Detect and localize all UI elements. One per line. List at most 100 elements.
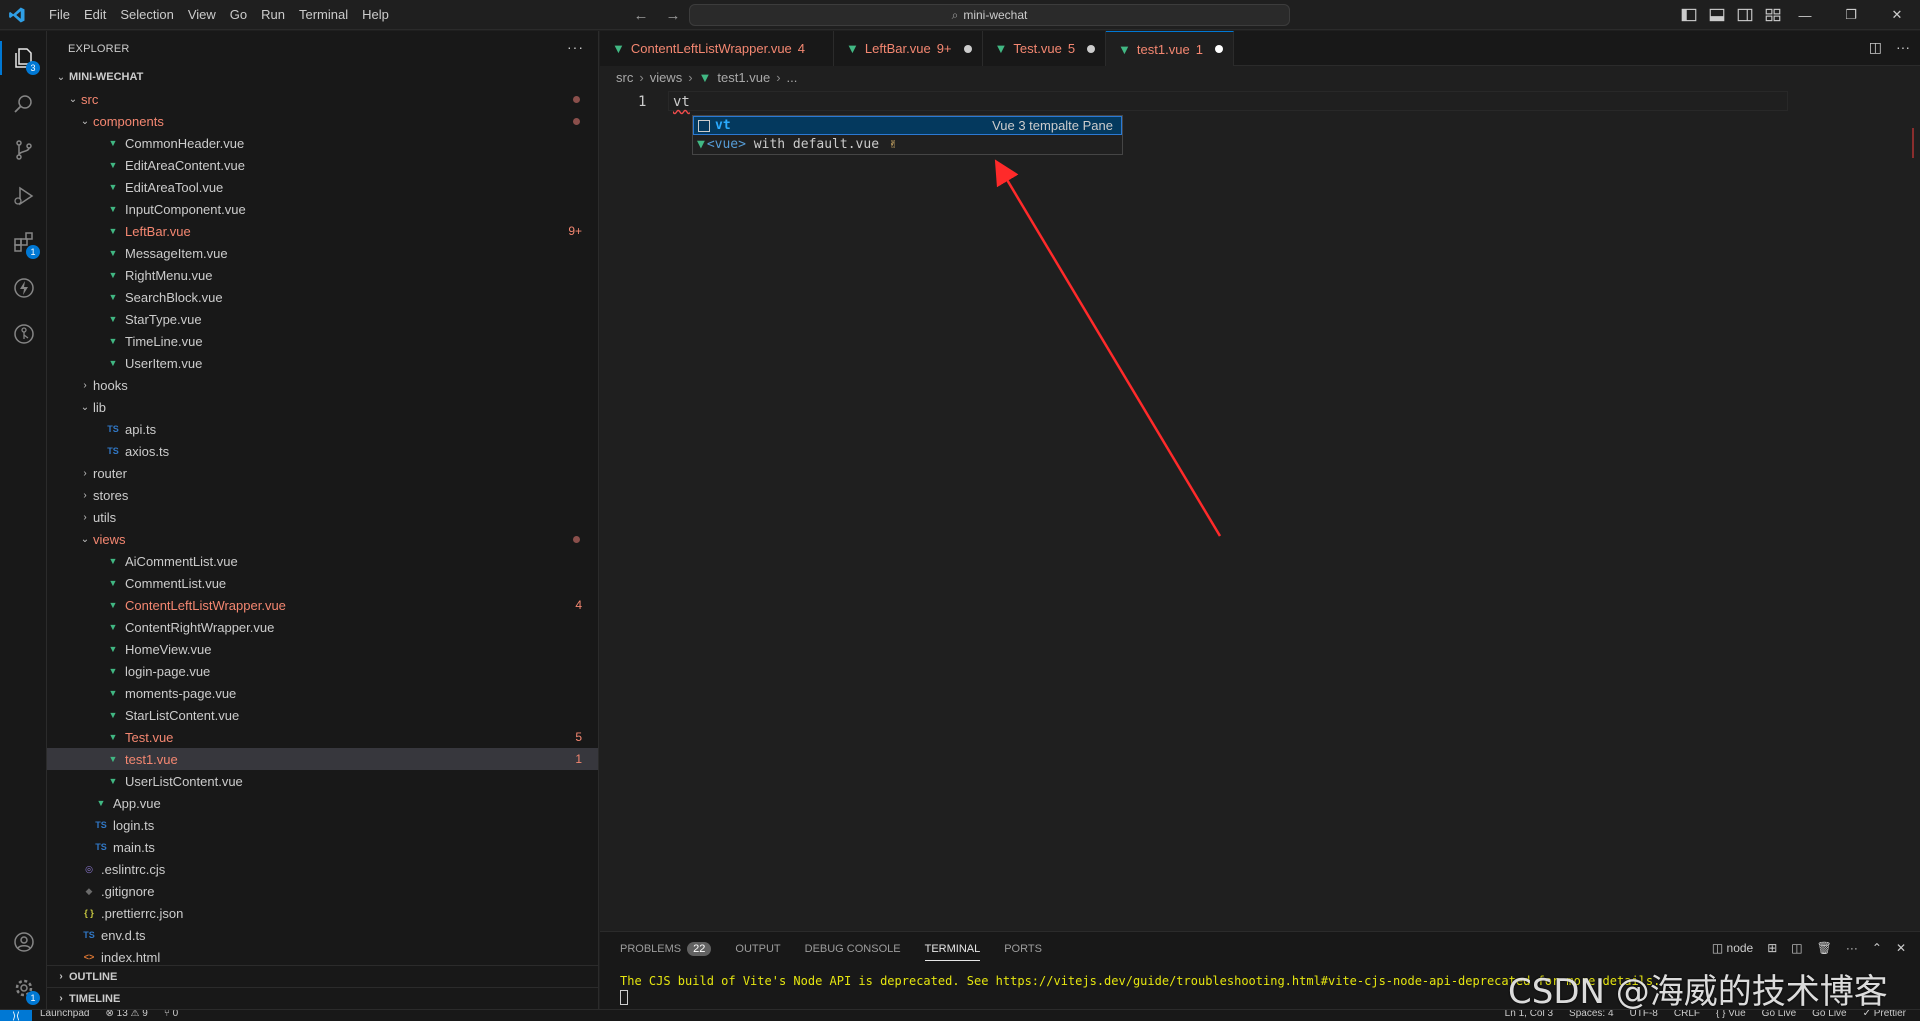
tree-item[interactable]: TS api.ts xyxy=(47,418,598,440)
go-forward-icon[interactable]: → xyxy=(662,4,684,26)
tree-item[interactable]: ▼ UserListContent.vue xyxy=(47,770,598,792)
maximize-panel-icon[interactable]: ⌃ xyxy=(1872,941,1882,955)
suggestion-item-vt[interactable]: vt Vue 3 tempalte Pane xyxy=(693,116,1122,135)
status-encoding[interactable]: UTF-8 xyxy=(1630,1010,1658,1019)
tree-item[interactable]: ▼ RightMenu.vue xyxy=(47,264,598,286)
tree-item[interactable]: ▼ CommonHeader.vue xyxy=(47,132,598,154)
command-center[interactable]: ⌕ mini-wechat xyxy=(689,4,1290,26)
customize-layout-icon[interactable] xyxy=(1764,6,1782,24)
menu-terminal[interactable]: Terminal xyxy=(292,0,355,30)
terminal-instance[interactable]: ◫ node xyxy=(1712,941,1753,955)
panel-more-icon[interactable]: ··· xyxy=(1846,941,1858,955)
tree-item[interactable]: ▼ moments-page.vue xyxy=(47,682,598,704)
breadcrumb-src[interactable]: src xyxy=(616,70,633,85)
menu-file[interactable]: File xyxy=(42,0,77,30)
status-problems[interactable]: ⊗ 13 ⚠ 9 xyxy=(106,1010,148,1019)
tree-item[interactable]: ⌄ lib xyxy=(47,396,598,418)
tree-item[interactable]: ▼ InputComponent.vue xyxy=(47,198,598,220)
menu-edit[interactable]: Edit xyxy=(77,0,113,30)
tree-item[interactable]: TS login.ts xyxy=(47,814,598,836)
unsaved-dot-icon[interactable] xyxy=(963,44,972,53)
source-control-icon[interactable] xyxy=(0,127,47,173)
editor-tab[interactable]: ▼ Test.vue 5 xyxy=(982,31,1107,66)
tree-item[interactable]: ▼ MessageItem.vue xyxy=(47,242,598,264)
unsaved-dot-icon[interactable] xyxy=(1087,44,1096,53)
search-view-icon[interactable] xyxy=(0,81,47,127)
tree-item[interactable]: ◎ .eslintrc.cjs xyxy=(47,858,598,880)
tree-item[interactable]: { } .prettierrc.json xyxy=(47,902,598,924)
status-launchpad[interactable]: Launchpad xyxy=(40,1010,90,1019)
toggle-primary-sidebar-icon[interactable] xyxy=(1680,6,1698,24)
tree-item[interactable]: TS env.d.ts xyxy=(47,924,598,946)
trash-icon[interactable]: 🗑 xyxy=(1817,941,1832,955)
code-editor[interactable]: 1 vt vt Vue 3 tempalte Pane ▼ <vue> with… xyxy=(600,88,1920,868)
toggle-panel-icon[interactable] xyxy=(1708,6,1726,24)
editor-more-icon[interactable]: ··· xyxy=(1896,39,1910,56)
status-indentation[interactable]: Spaces: 4 xyxy=(1569,1010,1613,1019)
status-cursor-position[interactable]: Ln 1, Col 3 xyxy=(1505,1010,1553,1019)
tree-item[interactable]: ▼ EditAreaTool.vue xyxy=(47,176,598,198)
status-go-live-1[interactable]: Go Live xyxy=(1762,1010,1796,1019)
tab-terminal[interactable]: TERMINAL xyxy=(924,932,980,966)
tree-item[interactable]: › utils xyxy=(47,506,598,528)
tree-item[interactable]: ◆ .gitignore xyxy=(47,880,598,902)
restore-icon[interactable]: ❐ xyxy=(1828,0,1874,30)
menu-run[interactable]: Run xyxy=(254,0,292,30)
new-terminal-icon[interactable]: ⊞ xyxy=(1767,941,1777,955)
tree-item[interactable]: › stores xyxy=(47,484,598,506)
tree-item[interactable]: ⌄ views xyxy=(47,528,598,550)
tree-item[interactable]: ⌄ components xyxy=(47,110,598,132)
tree-item[interactable]: ▼ StarType.vue xyxy=(47,308,598,330)
menu-go[interactable]: Go xyxy=(223,0,254,30)
run-debug-icon[interactable] xyxy=(0,173,47,219)
suggestion-item-vue-default[interactable]: ▼ <vue> with default.vue ✌ xyxy=(693,135,1122,154)
editor-tab[interactable]: ▼ LeftBar.vue 9+ xyxy=(834,31,983,66)
more-actions-icon[interactable]: ··· xyxy=(567,39,584,55)
status-eol[interactable]: CRLF xyxy=(1674,1010,1700,1019)
tree-item[interactable]: ▼ ContentRightWrapper.vue xyxy=(47,616,598,638)
account-icon[interactable] xyxy=(0,919,47,965)
breadcrumb-views[interactable]: views xyxy=(650,70,683,85)
close-panel-icon[interactable]: ✕ xyxy=(1896,941,1906,955)
tree-item[interactable]: ▼ LeftBar.vue 9+ xyxy=(47,220,598,242)
tree-item[interactable]: › router xyxy=(47,462,598,484)
project-root[interactable]: ⌄ MINI-WECHAT xyxy=(47,66,598,88)
go-back-icon[interactable]: ← xyxy=(630,4,652,26)
toggle-secondary-sidebar-icon[interactable] xyxy=(1736,6,1754,24)
tree-item[interactable]: ▼ HomeView.vue xyxy=(47,638,598,660)
tree-item[interactable]: ▼ test1.vue 1 xyxy=(47,748,598,770)
editor-tab[interactable]: ▼ ContentLeftListWrapper.vue 4 xyxy=(600,31,835,66)
tree-item[interactable]: ▼ AiCommentList.vue xyxy=(47,550,598,572)
editor-tab[interactable]: ▼ test1.vue 1 xyxy=(1106,31,1234,66)
minimize-icon[interactable]: — xyxy=(1782,0,1828,30)
tree-item[interactable]: ▼ UserItem.vue xyxy=(47,352,598,374)
tree-item[interactable]: › hooks xyxy=(47,374,598,396)
menu-view[interactable]: View xyxy=(181,0,223,30)
manage-gear-icon[interactable]: 1 xyxy=(0,965,47,1011)
remote-icon[interactable]: ⟩⟨ xyxy=(0,1010,32,1021)
status-ports[interactable]: ⑂ 0 xyxy=(164,1010,178,1019)
tree-item[interactable]: TS axios.ts xyxy=(47,440,598,462)
menu-help[interactable]: Help xyxy=(355,0,396,30)
close-icon[interactable]: ✕ xyxy=(1874,0,1920,30)
extensions-icon[interactable]: 1 xyxy=(0,219,47,265)
tree-item[interactable]: ⌄ src xyxy=(47,88,598,110)
breadcrumb-symbol[interactable]: ... xyxy=(787,70,798,85)
tree-item[interactable]: ▼ SearchBlock.vue xyxy=(47,286,598,308)
tree-item[interactable]: ▼ ContentLeftListWrapper.vue 4 xyxy=(47,594,598,616)
tree-item[interactable]: ▼ CommentList.vue xyxy=(47,572,598,594)
code-text[interactable]: vt xyxy=(673,94,690,110)
lightning-icon[interactable] xyxy=(0,265,47,311)
tree-item[interactable]: ▼ TimeLine.vue xyxy=(47,330,598,352)
timeline-section[interactable]: › TIMELINE xyxy=(47,987,598,1009)
status-prettier[interactable]: ✓ Prettier xyxy=(1863,1010,1906,1019)
tree-item[interactable]: ▼ login-page.vue xyxy=(47,660,598,682)
tab-debug-console[interactable]: DEBUG CONSOLE xyxy=(805,932,901,966)
tab-problems[interactable]: PROBLEMS 22 xyxy=(620,932,712,966)
status-language[interactable]: { } Vue xyxy=(1716,1010,1746,1019)
tree-item[interactable]: ▼ EditAreaContent.vue xyxy=(47,154,598,176)
outline-section[interactable]: › OUTLINE xyxy=(47,965,598,987)
explorer-icon[interactable]: 3 xyxy=(0,35,47,81)
menu-selection[interactable]: Selection xyxy=(113,0,180,30)
tree-item[interactable]: TS main.ts xyxy=(47,836,598,858)
